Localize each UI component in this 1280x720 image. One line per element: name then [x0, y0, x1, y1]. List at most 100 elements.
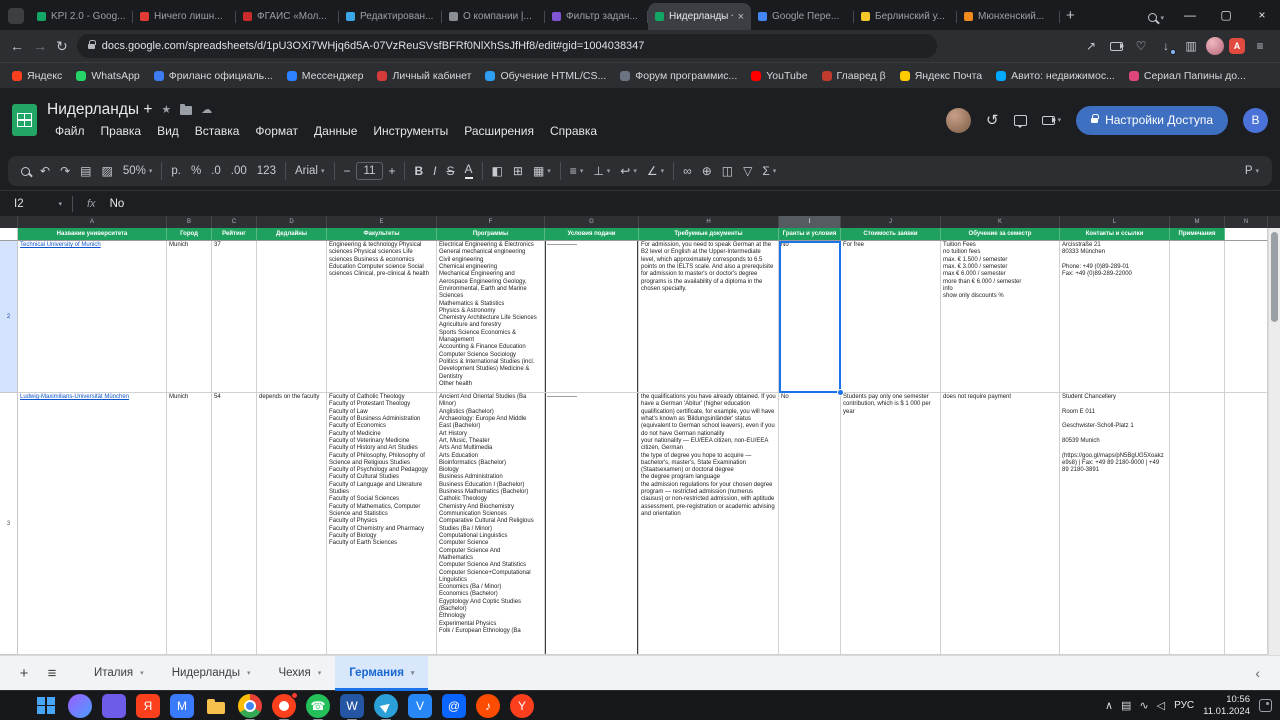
menu-item[interactable]: Инструменты: [365, 122, 456, 140]
cell[interactable]: Technical University of Munich: [18, 241, 167, 393]
redo-icon[interactable]: ↷: [55, 159, 75, 183]
menu-item[interactable]: Файл: [47, 122, 93, 140]
table-header-cell[interactable]: Дедлайны: [257, 228, 327, 241]
decrease-decimals-button[interactable]: .0: [206, 159, 226, 183]
column-header[interactable]: G: [545, 216, 639, 228]
insert-chart-icon[interactable]: ◫: [717, 159, 738, 183]
browser-tab[interactable]: Нидерланды + - Googl...×: [648, 3, 751, 30]
whatsapp-icon[interactable]: ☎: [306, 694, 330, 718]
chrome-icon[interactable]: [238, 694, 262, 718]
cell[interactable]: [257, 241, 327, 393]
forward-button[interactable]: →: [33, 38, 47, 54]
menu-item[interactable]: Формат: [247, 122, 306, 140]
text-wrap-icon[interactable]: ↩▾: [615, 159, 642, 183]
column-header[interactable]: B: [167, 216, 212, 228]
merge-cells-icon[interactable]: ▦▾: [528, 159, 556, 183]
increase-decimals-button[interactable]: .00: [226, 159, 252, 183]
row-header[interactable]: 3: [0, 393, 18, 655]
cell[interactable]: 37: [212, 241, 257, 393]
cell[interactable]: —————: [545, 241, 639, 393]
cell[interactable]: depends on the faculty: [257, 393, 327, 655]
notification-center-icon[interactable]: [1259, 699, 1272, 712]
cell[interactable]: [1170, 393, 1225, 655]
column-header[interactable]: N: [1225, 216, 1268, 228]
vk-icon[interactable]: V: [408, 694, 432, 718]
create-filter-icon[interactable]: ▽: [738, 159, 757, 183]
currency-format-button[interactable]: р.: [166, 159, 186, 183]
collaborator-avatar[interactable]: [946, 108, 971, 133]
bookmark-item[interactable]: WhatsApp: [76, 70, 139, 82]
mail-icon[interactable]: @: [442, 694, 466, 718]
decrease-font-size-button[interactable]: −: [339, 159, 356, 183]
cell[interactable]: Students pay only one semester contribut…: [841, 393, 941, 655]
cell[interactable]: No: [779, 241, 841, 393]
tab-close-icon[interactable]: ×: [738, 11, 744, 23]
vertical-scrollbar[interactable]: [1268, 228, 1280, 655]
volume-icon[interactable]: ◁: [1157, 699, 1165, 712]
language-indicator[interactable]: РУС: [1174, 700, 1194, 711]
borders-icon[interactable]: ⊞: [508, 159, 528, 183]
font-select[interactable]: Arial▾: [290, 159, 330, 183]
bookmark-item[interactable]: Яндекс: [12, 70, 62, 82]
music-icon[interactable]: ♪: [476, 694, 500, 718]
cell[interactable]: [1225, 393, 1268, 655]
adblock-icon[interactable]: A: [1229, 38, 1245, 54]
selection-fill-handle[interactable]: [837, 389, 844, 396]
start-button[interactable]: [34, 694, 58, 718]
cell[interactable]: Ludwig-Maximilians-Universität München: [18, 393, 167, 655]
bookmark-item[interactable]: Главред β: [822, 70, 886, 82]
new-tab-button[interactable]: +: [1066, 7, 1075, 24]
bookmark-item[interactable]: Личный кабинет: [377, 70, 471, 82]
search-icon[interactable]: [16, 159, 35, 183]
cell[interactable]: Student Chancellery Room E 011 Geschwist…: [1060, 393, 1170, 655]
yandex-app-icon[interactable]: Я: [136, 694, 160, 718]
bookmark-item[interactable]: Мессенджер: [287, 70, 364, 82]
cell[interactable]: 54: [212, 393, 257, 655]
camera-icon[interactable]: [1106, 36, 1126, 56]
browser-tab[interactable]: О компании |...: [442, 3, 545, 30]
table-header-cell[interactable]: Контакты и ссылки: [1060, 228, 1170, 241]
app-purple-icon[interactable]: [102, 694, 126, 718]
document-title[interactable]: Нидерланды +: [47, 101, 152, 119]
browser-tab[interactable]: KPI 2.0 - Goog...: [30, 3, 133, 30]
share-page-icon[interactable]: ↗: [1081, 36, 1101, 56]
browser-tab[interactable]: Редактирован...: [339, 3, 442, 30]
comment-icon[interactable]: [1014, 115, 1027, 126]
formula-input[interactable]: No: [110, 198, 125, 210]
browser-tab[interactable]: ФГАИС «Мол...: [236, 3, 339, 30]
more-formats-button[interactable]: 123: [252, 159, 281, 183]
table-header-cell[interactable]: Программы: [437, 228, 545, 241]
row-header[interactable]: 2: [0, 241, 18, 393]
column-header[interactable]: K: [941, 216, 1060, 228]
table-header-cell[interactable]: Гранты и условия: [779, 228, 841, 241]
bookmark-item[interactable]: Форум программис...: [620, 70, 737, 82]
bookmark-item[interactable]: Фриланс официаль...: [154, 70, 273, 82]
messenger-icon[interactable]: М: [170, 694, 194, 718]
cell[interactable]: Engineering & technology Physical scienc…: [327, 241, 437, 393]
bookmark-item[interactable]: Сериал Папины до...: [1129, 70, 1246, 82]
text-rotation-icon[interactable]: ∠▾: [642, 159, 669, 183]
browser-tab[interactable]: Мюнхенский...: [957, 3, 1060, 30]
sheet-tab[interactable]: Чехия▾: [264, 656, 335, 691]
all-sheets-button[interactable]: ≡: [38, 665, 66, 682]
cell[interactable]: the qualifications you have already obta…: [639, 393, 779, 655]
tab-search-icon[interactable]: ▾: [1148, 13, 1164, 22]
strikethrough-button[interactable]: S: [442, 159, 460, 183]
yandex-icon[interactable]: Y: [510, 694, 534, 718]
vertical-align-icon[interactable]: ⊥▾: [588, 159, 615, 183]
column-header[interactable]: D: [257, 216, 327, 228]
address-bar[interactable]: docs.google.com/spreadsheets/d/1pU3OXi7W…: [77, 34, 937, 58]
increase-font-size-button[interactable]: +: [383, 159, 400, 183]
column-header[interactable]: M: [1170, 216, 1225, 228]
menu-item[interactable]: Данные: [306, 122, 365, 140]
cell[interactable]: For free: [841, 241, 941, 393]
favorite-icon[interactable]: ♡: [1131, 36, 1151, 56]
table-header-cell[interactable]: Требуемые документы: [639, 228, 779, 241]
sheet-scroll-icon[interactable]: ‹: [1245, 665, 1270, 681]
font-size-input[interactable]: 11: [356, 162, 384, 180]
percent-format-button[interactable]: %: [186, 159, 206, 183]
cell[interactable]: Ancient And Oriental Studies (Ba Minor) …: [437, 393, 545, 655]
browser-tab[interactable]: Фильтр задан...: [545, 3, 648, 30]
search-button[interactable]: [68, 694, 92, 718]
cell[interactable]: Electrical Engineering & Electronics Gen…: [437, 241, 545, 393]
